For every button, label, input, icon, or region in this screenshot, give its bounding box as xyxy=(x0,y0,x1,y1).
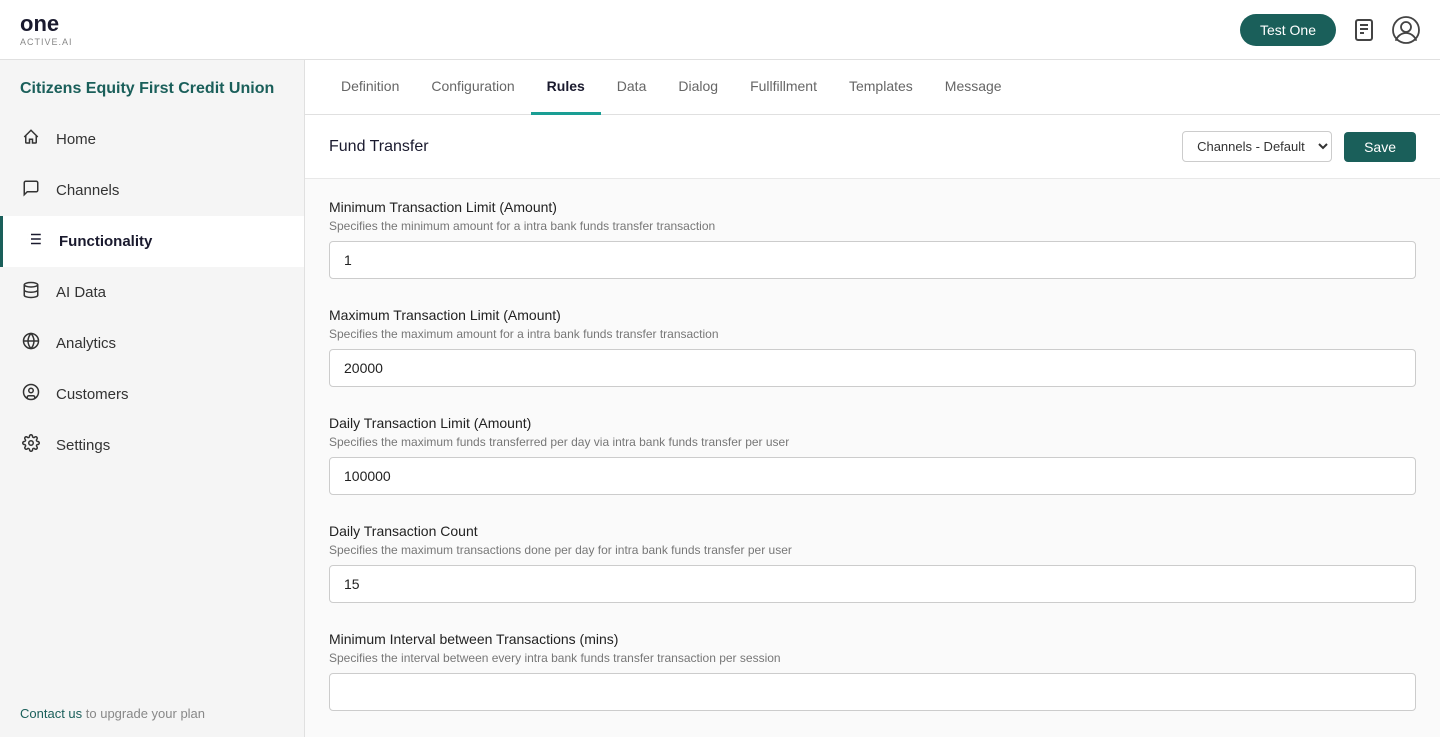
field-desc-min-interval: Specifies the interval between every int… xyxy=(329,651,1416,665)
user-icon[interactable] xyxy=(1392,16,1420,44)
topbar: one ACTIVE.AI Test One xyxy=(0,0,1440,60)
field-min-transaction-limit: Minimum Transaction Limit (Amount) Speci… xyxy=(329,199,1416,279)
channels-icon xyxy=(20,179,42,202)
docs-icon[interactable] xyxy=(1352,18,1376,42)
form-content: Minimum Transaction Limit (Amount) Speci… xyxy=(305,179,1440,737)
field-label-min-interval: Minimum Interval between Transactions (m… xyxy=(329,631,1416,647)
input-max-transaction[interactable] xyxy=(329,349,1416,387)
field-min-interval: Minimum Interval between Transactions (m… xyxy=(329,631,1416,711)
input-min-transaction[interactable] xyxy=(329,241,1416,279)
tab-configuration[interactable]: Configuration xyxy=(415,60,530,115)
test-button[interactable]: Test One xyxy=(1240,14,1336,46)
sidebar-item-settings-label: Settings xyxy=(56,437,110,454)
tab-data[interactable]: Data xyxy=(601,60,663,115)
sidebar-item-channels-label: Channels xyxy=(56,182,119,199)
main-layout: Citizens Equity First Credit Union Home … xyxy=(0,60,1440,737)
sidebar-footer: Contact us to upgrade your plan xyxy=(0,690,304,737)
field-max-transaction-limit: Maximum Transaction Limit (Amount) Speci… xyxy=(329,307,1416,387)
input-daily-count[interactable] xyxy=(329,565,1416,603)
sidebar-item-analytics[interactable]: Analytics xyxy=(0,318,304,369)
tab-templates[interactable]: Templates xyxy=(833,60,929,115)
tab-message[interactable]: Message xyxy=(929,60,1018,115)
sidebar-item-analytics-label: Analytics xyxy=(56,335,116,352)
tab-dialog[interactable]: Dialog xyxy=(662,60,734,115)
analytics-icon xyxy=(20,332,42,355)
functionality-icon xyxy=(23,230,45,253)
field-desc-max-transaction: Specifies the maximum amount for a intra… xyxy=(329,327,1416,341)
contact-us-link[interactable]: Contact us xyxy=(20,706,82,721)
sidebar-item-customers[interactable]: Customers xyxy=(0,369,304,420)
topbar-right: Test One xyxy=(1240,14,1420,46)
sidebar-item-settings[interactable]: Settings xyxy=(0,420,304,471)
sidebar: Citizens Equity First Credit Union Home … xyxy=(0,60,305,737)
field-label-max-transaction: Maximum Transaction Limit (Amount) xyxy=(329,307,1416,323)
customers-icon xyxy=(20,383,42,406)
field-daily-transaction-count: Daily Transaction Count Specifies the ma… xyxy=(329,523,1416,603)
input-daily-limit[interactable] xyxy=(329,457,1416,495)
logo: one ACTIVE.AI xyxy=(20,13,73,47)
home-icon xyxy=(20,128,42,151)
tab-rules[interactable]: Rules xyxy=(531,60,601,115)
org-name[interactable]: Citizens Equity First Credit Union xyxy=(0,60,304,114)
field-label-min-transaction: Minimum Transaction Limit (Amount) xyxy=(329,199,1416,215)
sidebar-item-functionality[interactable]: Functionality xyxy=(0,216,304,267)
tab-bar: Definition Configuration Rules Data Dial… xyxy=(305,60,1440,115)
channel-select[interactable]: Channels - Default xyxy=(1182,131,1332,162)
content-area: Definition Configuration Rules Data Dial… xyxy=(305,60,1440,737)
logo-text: one xyxy=(20,13,73,35)
settings-icon xyxy=(20,434,42,457)
header-right: Channels - Default Save xyxy=(1182,131,1416,162)
field-label-daily-count: Daily Transaction Count xyxy=(329,523,1416,539)
tab-definition[interactable]: Definition xyxy=(325,60,415,115)
sidebar-item-functionality-label: Functionality xyxy=(59,233,152,250)
sidebar-item-channels[interactable]: Channels xyxy=(0,165,304,216)
sidebar-item-ai-data-label: AI Data xyxy=(56,284,106,301)
save-button[interactable]: Save xyxy=(1344,132,1416,162)
field-desc-min-transaction: Specifies the minimum amount for a intra… xyxy=(329,219,1416,233)
field-desc-daily-count: Specifies the maximum transactions done … xyxy=(329,543,1416,557)
input-min-interval[interactable] xyxy=(329,673,1416,711)
field-label-daily-limit: Daily Transaction Limit (Amount) xyxy=(329,415,1416,431)
sidebar-item-customers-label: Customers xyxy=(56,386,129,403)
sidebar-item-home-label: Home xyxy=(56,131,96,148)
sidebar-item-home[interactable]: Home xyxy=(0,114,304,165)
ai-data-icon xyxy=(20,281,42,304)
sidebar-item-ai-data[interactable]: AI Data xyxy=(0,267,304,318)
page-title: Fund Transfer xyxy=(329,138,429,156)
sidebar-nav: Home Channels Functionality xyxy=(0,114,304,471)
logo-sub: ACTIVE.AI xyxy=(20,37,73,47)
tab-fulfillment[interactable]: Fullfillment xyxy=(734,60,833,115)
field-desc-daily-limit: Specifies the maximum funds transferred … xyxy=(329,435,1416,449)
field-daily-transaction-limit: Daily Transaction Limit (Amount) Specifi… xyxy=(329,415,1416,495)
content-header: Fund Transfer Channels - Default Save xyxy=(305,115,1440,179)
